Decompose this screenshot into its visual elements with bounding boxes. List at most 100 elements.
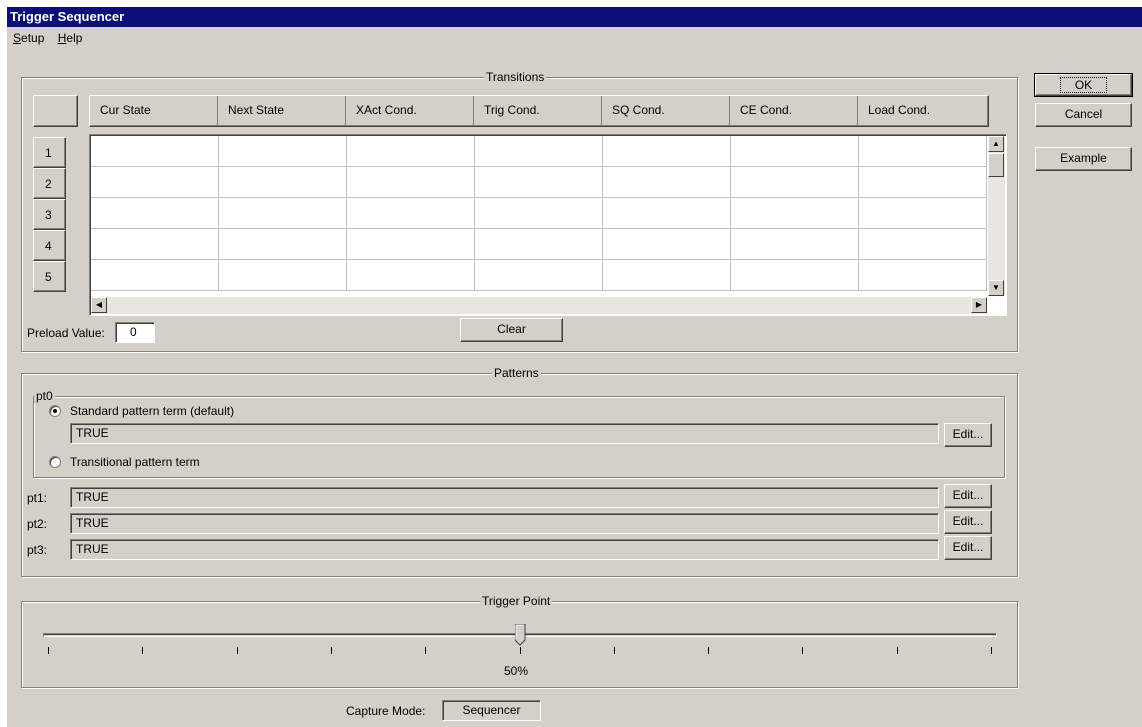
capture-mode-label: Capture Mode: <box>346 704 426 718</box>
menu-setup[interactable]: Setup <box>7 28 48 48</box>
grid-cell[interactable] <box>91 198 219 229</box>
grid-cell[interactable] <box>347 167 475 198</box>
grid-cell[interactable] <box>731 198 859 229</box>
standard-pattern-radio[interactable] <box>49 405 61 417</box>
grid-cell[interactable] <box>859 167 987 198</box>
grid-cell[interactable] <box>859 198 987 229</box>
column-header[interactable]: Trig Cond. <box>474 96 602 126</box>
grid-cells <box>91 136 987 296</box>
column-header[interactable]: Next State <box>218 96 346 126</box>
ok-button-label: OK <box>1059 77 1108 93</box>
pt0-edit-button[interactable]: Edit... <box>944 423 992 447</box>
slider-tick <box>708 647 710 654</box>
column-header[interactable]: CE Cond. <box>730 96 858 126</box>
grid-cell[interactable] <box>603 260 731 291</box>
transitional-pattern-radio[interactable] <box>49 456 61 468</box>
trigger-point-slider[interactable] <box>43 619 999 659</box>
scroll-down-button[interactable]: ▼ <box>988 280 1004 296</box>
pt1-value-field: TRUE <box>70 487 939 508</box>
row-header[interactable]: 1 <box>33 137 66 168</box>
grid-cell[interactable] <box>91 260 219 291</box>
preload-value: 0 <box>130 325 137 339</box>
slider-tick <box>48 647 49 654</box>
slider-tick <box>613 647 615 654</box>
pt3-label: pt3: <box>27 543 48 557</box>
grid-cell[interactable] <box>347 260 475 291</box>
pt1-edit-button[interactable]: Edit... <box>944 484 992 508</box>
pt3-edit-button[interactable]: Edit... <box>944 536 992 560</box>
slider-tick <box>896 647 898 654</box>
grid-cell[interactable] <box>347 229 475 260</box>
scroll-thumb[interactable] <box>988 153 1004 177</box>
row-header[interactable]: 5 <box>33 261 66 292</box>
cancel-button[interactable]: Cancel <box>1035 103 1132 127</box>
grid-cell[interactable] <box>731 260 859 291</box>
grid-cell[interactable] <box>603 167 731 198</box>
slider-tick <box>802 647 804 654</box>
preload-value-input[interactable]: 0 <box>115 322 155 343</box>
patterns-group-label: Patterns <box>492 366 541 380</box>
row-header[interactable]: 3 <box>33 199 66 230</box>
trigger-point-group-label: Trigger Point <box>480 594 553 608</box>
column-header[interactable]: SQ Cond. <box>602 96 730 126</box>
grid-cell[interactable] <box>219 198 347 229</box>
row-header[interactable]: 2 <box>33 168 66 199</box>
grid-cell[interactable] <box>219 229 347 260</box>
grid-cell[interactable] <box>91 229 219 260</box>
slider-tick <box>519 647 521 654</box>
grid-cell[interactable] <box>731 167 859 198</box>
transitional-pattern-label: Transitional pattern term <box>70 455 200 469</box>
menu-help[interactable]: Help <box>52 28 87 48</box>
clear-button[interactable]: Clear <box>460 318 563 342</box>
capture-mode-value: Sequencer <box>442 700 541 721</box>
grid-cell[interactable] <box>91 136 219 167</box>
grid-cell[interactable] <box>731 136 859 167</box>
column-header[interactable]: XAct Cond. <box>346 96 474 126</box>
grid-cell[interactable] <box>603 229 731 260</box>
grid-cell[interactable] <box>475 167 603 198</box>
grid-cell[interactable] <box>731 229 859 260</box>
grid-cell[interactable] <box>859 136 987 167</box>
ok-button[interactable]: OK <box>1034 73 1133 97</box>
column-header[interactable]: Cur State <box>90 96 218 126</box>
horizontal-scrollbar[interactable]: ◀ ▶ <box>91 297 987 314</box>
grid-cell[interactable] <box>475 260 603 291</box>
pt3-value-field: TRUE <box>70 539 939 560</box>
grid-cell[interactable] <box>859 229 987 260</box>
grid-cell[interactable] <box>475 136 603 167</box>
window-title: Trigger Sequencer <box>10 9 125 24</box>
grid-cell[interactable] <box>219 260 347 291</box>
grid-cell[interactable] <box>347 136 475 167</box>
grid-cell[interactable] <box>347 198 475 229</box>
scroll-up-button[interactable]: ▲ <box>988 136 1004 152</box>
column-header[interactable]: Load Cond. <box>858 96 986 126</box>
grid-cell[interactable] <box>219 167 347 198</box>
transitions-group-label: Transitions <box>484 70 547 84</box>
grid-cell[interactable] <box>475 198 603 229</box>
grid-cell[interactable] <box>91 167 219 198</box>
standard-pattern-label: Standard pattern term (default) <box>70 404 235 418</box>
scroll-right-button[interactable]: ▶ <box>971 297 987 313</box>
pt2-value-field: TRUE <box>70 513 939 534</box>
slider-tick <box>236 647 238 654</box>
vertical-scrollbar[interactable]: ▲ ▼ <box>988 136 1005 296</box>
scroll-left-button[interactable]: ◀ <box>91 297 107 313</box>
grid-cell[interactable] <box>603 136 731 167</box>
grid-corner-header <box>33 95 78 127</box>
pt0-value-field: TRUE <box>70 423 939 444</box>
grid-cell[interactable] <box>219 136 347 167</box>
grid-cell[interactable] <box>859 260 987 291</box>
pt0-group-label: pt0 <box>34 389 55 403</box>
slider-thumb[interactable] <box>514 623 526 646</box>
slider-tick <box>991 647 992 654</box>
pt1-label: pt1: <box>27 491 48 505</box>
example-button[interactable]: Example <box>1035 147 1132 171</box>
trigger-point-value: 50% <box>504 664 529 678</box>
slider-tick <box>142 647 144 654</box>
grid-cell[interactable] <box>475 229 603 260</box>
grid-cell[interactable] <box>603 198 731 229</box>
row-header[interactable]: 4 <box>33 230 66 261</box>
transitions-grid[interactable]: ▲ ▼ ◀ ▶ <box>89 134 1007 316</box>
pt2-edit-button[interactable]: Edit... <box>944 510 992 534</box>
trigger-sequencer-window: Trigger Sequencer Setup Help Transitions… <box>6 6 1142 727</box>
